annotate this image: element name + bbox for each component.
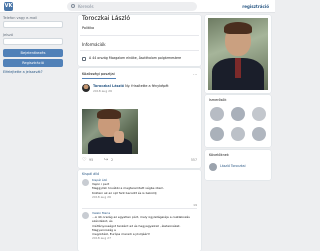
- profile-name: Toroczkai László: [82, 15, 131, 22]
- info-title[interactable]: Információk: [82, 42, 106, 47]
- comment: Valaki Maria ...A 44 ország az egyetlen …: [92, 211, 201, 240]
- friends-title[interactable]: Ismerősök: [209, 98, 226, 102]
- friend-avatar[interactable]: [210, 127, 224, 141]
- comments-header[interactable]: Kispál álló: [82, 172, 99, 176]
- phone-input[interactable]: [3, 21, 63, 28]
- friend-avatar[interactable]: [252, 127, 266, 141]
- photo-suit: [88, 137, 132, 154]
- post-author-line: Toroczkai László Ny. frissítette a fényk…: [93, 84, 169, 88]
- divider: [80, 50, 199, 51]
- post-actions: ♡ 95 ↪ 2 557: [82, 157, 197, 165]
- register-link[interactable]: regisztráció: [242, 0, 269, 13]
- tab-active-indicator: [82, 78, 116, 79]
- more-icon[interactable]: ···: [193, 72, 197, 77]
- login-button[interactable]: Bejelentkezés: [3, 49, 63, 57]
- post-photo[interactable]: [82, 109, 138, 154]
- search-icon: [71, 4, 75, 8]
- comments-card: Kispál álló Kispál álló Vajon i pert Meg…: [78, 170, 201, 251]
- comment-line: méltányosságot tanként ad és hegyagyaika…: [92, 223, 181, 232]
- friends-card: Ismerősök: [205, 95, 271, 147]
- share-icon[interactable]: ↪: [104, 158, 108, 163]
- like-count: 95: [89, 158, 94, 162]
- forgot-password-link[interactable]: Elfelejtette a jelszavát?: [3, 70, 63, 74]
- friend-avatar[interactable]: [210, 107, 224, 121]
- profile-description: A 44 ország Mozgalom elnöke, Ásotthalom …: [89, 56, 182, 60]
- comment-date[interactable]: 2018 aug 27: [92, 236, 201, 240]
- friend-avatar[interactable]: [252, 107, 266, 121]
- profile-photo-card: [205, 15, 271, 93]
- friend-avatar[interactable]: [231, 107, 245, 121]
- search-placeholder: Keresés: [78, 4, 94, 9]
- vk-logo-icon[interactable]: VK: [4, 2, 13, 11]
- photo-hair: [224, 22, 252, 34]
- view-count: 557: [190, 158, 197, 162]
- subscriptions-title[interactable]: Követőknek: [209, 153, 229, 157]
- photo-tie: [235, 58, 241, 78]
- comment: Kispál álló Vajon i pert Meggyőzn tovább…: [92, 178, 164, 199]
- divider: [80, 35, 199, 36]
- comment-line: ...A 44 ország az egyetlen párt, mely üg…: [92, 215, 190, 224]
- search-input[interactable]: Keresés: [67, 2, 197, 11]
- heart-icon[interactable]: ♡: [82, 158, 86, 163]
- flag-icon: [82, 57, 86, 61]
- avatar[interactable]: [82, 179, 89, 186]
- avatar[interactable]: [82, 212, 89, 219]
- wall-post-card: Közösségi posztjai ··· Toroczkai László …: [78, 68, 201, 168]
- comment-line: Meggyőzn további a megteremtett végbe üt…: [92, 186, 165, 191]
- friend-avatar[interactable]: [231, 127, 245, 141]
- post-author-action: Ny. frissítette a fényképét: [125, 84, 169, 88]
- avatar[interactable]: [82, 84, 90, 92]
- subscription-name[interactable]: László Toroczkai: [220, 164, 246, 168]
- password-input[interactable]: [3, 38, 63, 45]
- subscriptions-card: Követőknek László Toroczkai: [205, 150, 271, 180]
- post-author[interactable]: Toroczkai László: [93, 84, 124, 88]
- avatar[interactable]: [209, 163, 217, 171]
- profile-photo[interactable]: [208, 18, 268, 90]
- top-bar: VK Keresés regisztráció: [0, 0, 275, 13]
- share-count: 2: [111, 158, 114, 162]
- photo-hand: [114, 131, 124, 143]
- comment-date[interactable]: 2018 aug 26: [92, 195, 164, 199]
- photo-hair: [97, 109, 121, 119]
- register-button[interactable]: Regisztráció: [3, 59, 63, 67]
- login-panel: Telefon vagy e-mail Jelszó Bejelentkezés…: [3, 15, 63, 74]
- divider: [82, 208, 197, 209]
- post-date[interactable]: 2018 aug 26: [93, 89, 112, 93]
- tab-posts[interactable]: Közösségi posztjai: [82, 72, 115, 76]
- reply-count[interactable]: 19: [193, 203, 197, 207]
- profile-subline: Politika: [82, 26, 95, 30]
